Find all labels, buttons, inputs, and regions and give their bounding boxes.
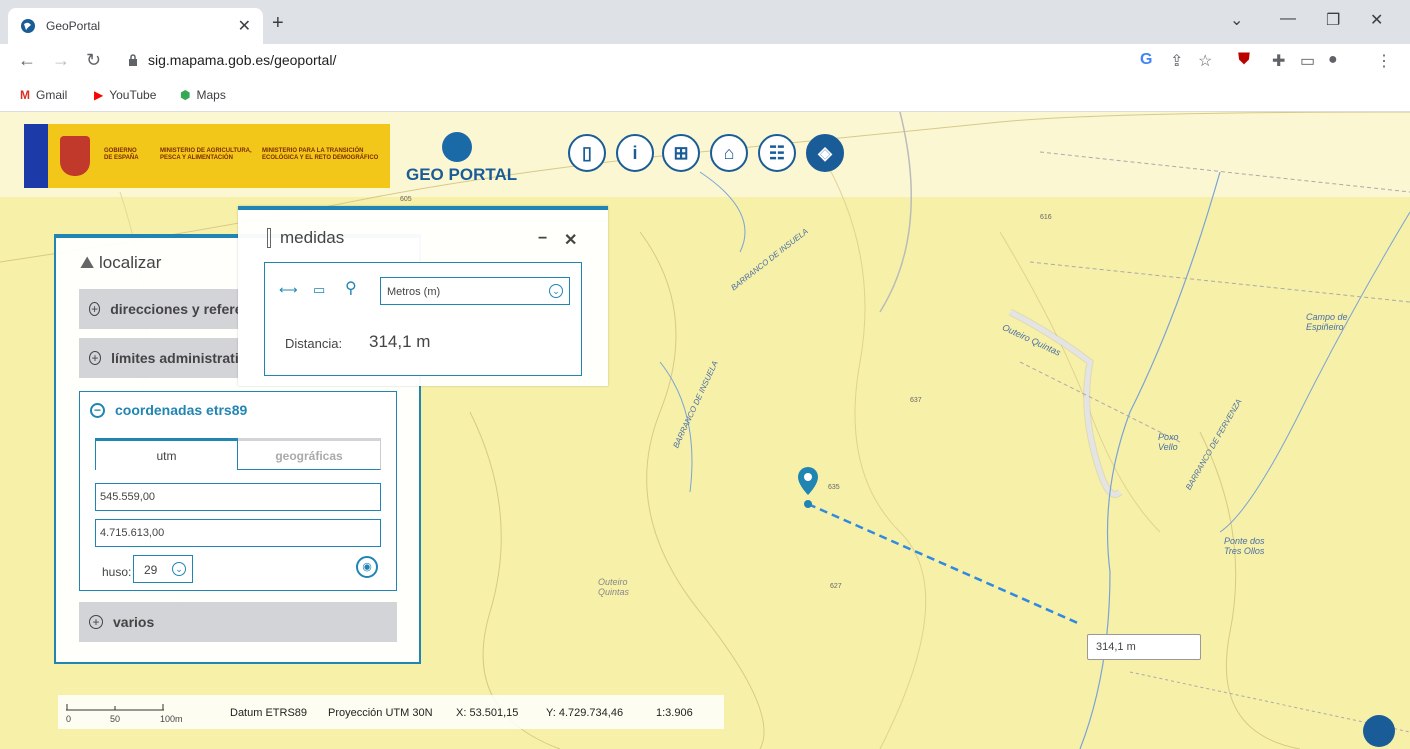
tab-utm[interactable]: utm bbox=[95, 438, 238, 470]
section-limites[interactable]: +límites administrativos bbox=[79, 338, 239, 378]
bookmark-button[interactable]: ⊞ bbox=[662, 134, 700, 172]
units-select[interactable]: Metros (m) ⌄ bbox=[380, 277, 570, 305]
layers-icon: ◈ bbox=[818, 142, 832, 163]
globe-overview-icon[interactable] bbox=[1363, 715, 1395, 747]
close-panel-button[interactable]: ✕ bbox=[564, 230, 577, 250]
utm-y-input[interactable] bbox=[95, 519, 381, 547]
scale-bar bbox=[66, 704, 164, 711]
youtube-icon: ▶ bbox=[94, 88, 104, 102]
measure-distance-icon[interactable]: ⟷ bbox=[279, 282, 298, 298]
bookmark-gmail[interactable]: M Gmail bbox=[20, 88, 67, 102]
chevron-down-icon: ⌄ bbox=[172, 562, 186, 576]
extensions-icon[interactable]: ✚ bbox=[1272, 51, 1285, 71]
chevron-down-icon: ⌄ bbox=[549, 284, 563, 298]
scale-tick: 50 bbox=[110, 714, 121, 724]
x-coordinate: X: 53.501,15 bbox=[456, 707, 519, 719]
sidepanel-icon[interactable]: ▭ bbox=[1300, 51, 1315, 71]
measure-area-icon[interactable]: ▭ bbox=[313, 282, 325, 298]
restore-button[interactable]: ❐ bbox=[1326, 10, 1340, 30]
coat-of-arms-icon bbox=[60, 136, 90, 176]
minus-circle-icon: − bbox=[90, 402, 105, 418]
plus-circle-icon: + bbox=[89, 615, 103, 629]
section-direcciones[interactable]: +direcciones y referencias bbox=[79, 289, 239, 329]
back-arrow-icon[interactable]: ← bbox=[18, 50, 36, 71]
map-label-campo-espineiro: Campo de Espiñeiro bbox=[1306, 312, 1348, 332]
google-icon[interactable]: G bbox=[1140, 51, 1152, 69]
projection-text: Proyección UTM 30N bbox=[328, 707, 433, 719]
location-pin-icon: ◉ bbox=[362, 561, 372, 573]
utm-x-input[interactable] bbox=[95, 483, 381, 511]
ministry-agriculture-label: MINISTERIO DE AGRICULTURA, PESCA Y ALIME… bbox=[160, 148, 252, 161]
measure-tooltip: 314,1 m bbox=[1087, 634, 1201, 660]
layers-button[interactable]: ◈ bbox=[806, 134, 844, 172]
spot-height: 637 bbox=[910, 397, 922, 404]
tab-search-icon[interactable]: ⌄ bbox=[1230, 10, 1243, 30]
go-to-location-button[interactable]: ◉ bbox=[356, 556, 378, 578]
section-coordenadas-header[interactable]: − coordenadas etrs89 bbox=[90, 402, 247, 418]
profile-icon[interactable]: ● bbox=[1328, 51, 1338, 69]
bookmark-plus-icon: ⊞ bbox=[673, 142, 689, 163]
address-bar[interactable]: sig.mapama.gob.es/geoportal/ bbox=[148, 52, 336, 68]
localizar-title: ⛰ localizar bbox=[80, 253, 162, 272]
spot-height: 627 bbox=[830, 583, 842, 590]
ublock-icon[interactable]: ⛊ bbox=[1238, 51, 1250, 69]
info-button[interactable]: i bbox=[616, 134, 654, 172]
new-tab-button[interactable]: + bbox=[272, 12, 284, 35]
y-coordinate: Y: 4.729.734,46 bbox=[546, 707, 624, 719]
plus-circle-icon: + bbox=[89, 351, 102, 365]
ruler-icon: ▯ bbox=[582, 142, 592, 163]
tab-close-icon[interactable]: ✕ bbox=[238, 16, 251, 36]
distance-label: Distancia: bbox=[285, 336, 343, 351]
spot-height: 635 bbox=[828, 484, 840, 491]
huso-label: huso: bbox=[102, 565, 132, 579]
forward-arrow-icon[interactable]: → bbox=[52, 50, 70, 71]
browser-tab[interactable]: GeoPortal ✕ bbox=[8, 8, 263, 44]
bookmark-maps[interactable]: ⬢ Maps bbox=[180, 88, 226, 102]
spot-height: 616 bbox=[1040, 214, 1052, 221]
geoportal-globe-icon bbox=[442, 132, 472, 162]
scale-tick: 100m bbox=[160, 714, 183, 724]
reload-icon[interactable]: ↻ bbox=[86, 50, 101, 71]
bookmark-star-icon[interactable]: ☆ bbox=[1198, 51, 1212, 71]
measure-point-icon[interactable]: ⚲ bbox=[345, 278, 357, 298]
map-label-outeiro-quintas-west: Outeiro Quintas bbox=[598, 577, 630, 597]
medidas-title: medidas bbox=[280, 228, 345, 247]
minimize-panel-button[interactable]: − bbox=[538, 230, 547, 248]
scale-ratio: 1:3.906 bbox=[656, 707, 693, 719]
info-icon: i bbox=[632, 142, 638, 163]
scale-tick: 0 bbox=[66, 714, 72, 724]
plus-circle-icon: + bbox=[89, 302, 101, 316]
gmail-icon: M bbox=[20, 88, 30, 102]
measure-ruler-button[interactable]: ▯ bbox=[568, 134, 606, 172]
huso-select[interactable]: 29 ⌄ bbox=[133, 555, 193, 583]
app-title: GEO PORTAL bbox=[406, 165, 518, 184]
lock-icon bbox=[129, 54, 137, 66]
tab-geograficas[interactable]: geográficas bbox=[238, 438, 381, 470]
map-label-poxo-vello: Poxo Vello bbox=[1158, 432, 1179, 452]
geoportal-favicon-icon bbox=[21, 19, 35, 33]
minimize-button[interactable]: — bbox=[1280, 10, 1296, 28]
ministry-ecology-label: MINISTERIO PARA LA TRANSICIÓN ECOLÓGICA … bbox=[262, 148, 379, 161]
ruler-icon bbox=[267, 228, 271, 248]
menu-dots-icon[interactable]: ⋮ bbox=[1376, 51, 1392, 71]
distance-value: 314,1 m bbox=[369, 332, 431, 351]
bookmark-youtube[interactable]: ▶ YouTube bbox=[94, 88, 156, 102]
spot-height: 605 bbox=[400, 196, 412, 203]
close-window-button[interactable]: ✕ bbox=[1370, 10, 1383, 30]
datum-text: Datum ETRS89 bbox=[230, 707, 308, 719]
hierarchy-button[interactable]: ☷ bbox=[758, 134, 796, 172]
maps-icon: ⬢ bbox=[180, 88, 191, 102]
locate-map-button[interactable]: ⌂ bbox=[710, 134, 748, 172]
tab-title: GeoPortal bbox=[46, 19, 101, 33]
sitemap-icon: ☷ bbox=[768, 142, 786, 163]
gov-label: GOBIERNO DE ESPAÑA bbox=[104, 148, 139, 161]
section-varios[interactable]: + varios bbox=[79, 602, 397, 642]
eu-flag-icon bbox=[24, 124, 48, 188]
map-label-ponte-tres-ollos: Ponte dos Tres Ollos bbox=[1224, 536, 1265, 556]
map-locate-icon: ⛰ bbox=[80, 253, 100, 272]
map-pin-icon: ⌂ bbox=[723, 142, 735, 163]
share-icon[interactable]: ⇪ bbox=[1170, 51, 1183, 71]
